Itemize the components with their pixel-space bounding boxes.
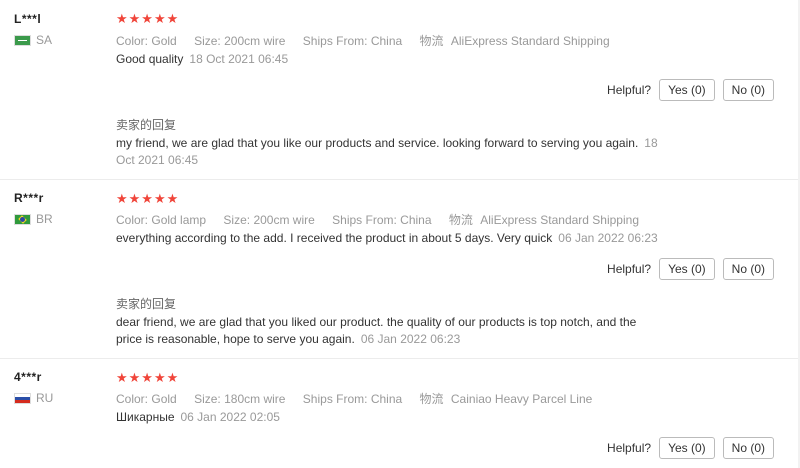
size-label: Size:	[194, 34, 221, 48]
shipping-label: 物流	[419, 34, 444, 48]
review-body: Good quality	[116, 52, 184, 66]
ships-from-label: Ships From:	[332, 213, 397, 227]
color-value: Gold	[151, 392, 177, 406]
color-value: Gold	[151, 34, 177, 48]
ships-from-label: Ships From:	[302, 392, 368, 406]
reviewer-country: BR	[14, 212, 53, 226]
product-options: Color: Gold Size: 180cm wire Ships From:…	[116, 390, 606, 407]
ships-from-value: China	[400, 213, 432, 227]
helpful-controls: Helpful? Yes (0) No (0)	[607, 258, 774, 280]
color-label: Color:	[116, 392, 149, 406]
reviewer-name: 4***r	[14, 370, 42, 384]
helpful-yes-button[interactable]: Yes (0)	[659, 437, 715, 459]
country-code: SA	[36, 33, 53, 47]
color-value: Gold lamp	[151, 213, 207, 227]
reviewer-country: SA	[14, 33, 52, 47]
helpful-controls: Helpful? Yes (0) No (0)	[607, 437, 774, 459]
helpful-no-button[interactable]: No (0)	[722, 437, 774, 459]
star-rating: ★★★★★	[116, 191, 180, 206]
country-code: BR	[36, 212, 53, 226]
review-date: 06 Jan 2022 06:23	[558, 231, 658, 245]
helpful-yes-button[interactable]: Yes (0)	[659, 79, 715, 101]
review-text: Good quality 18 Oct 2021 06:45	[116, 50, 676, 68]
helpful-label: Helpful?	[607, 441, 652, 455]
seller-reply-title: 卖家的回复	[116, 118, 177, 132]
size-label: Size:	[194, 392, 221, 406]
reviewer-name: L***l	[14, 12, 42, 26]
helpful-no-button[interactable]: No (0)	[722, 258, 774, 280]
review-text: everything according to the add. I recei…	[116, 229, 756, 247]
color-label: Color:	[116, 34, 149, 48]
shipping-label: 物流	[448, 213, 473, 227]
reviewer-country: RU	[14, 391, 53, 405]
seller-reply-title: 卖家的回复	[116, 297, 177, 311]
reviewer-name: R***r	[14, 191, 44, 205]
helpful-label: Helpful?	[607, 262, 652, 276]
review-divider	[0, 179, 800, 180]
shipping-value: Cainiao Heavy Parcel Line	[450, 392, 593, 406]
product-options: Color: Gold lamp Size: 200cm wire Ships …	[116, 211, 653, 228]
size-value: 200cm wire	[224, 34, 286, 48]
helpful-no-button[interactable]: No (0)	[722, 79, 774, 101]
size-value: 180cm wire	[224, 392, 286, 406]
review-date: 18 Oct 2021 06:45	[189, 52, 289, 66]
review-body: everything according to the add. I recei…	[116, 231, 553, 245]
shipping-value: AliExpress Standard Shipping	[480, 213, 639, 227]
flag-br-icon	[14, 213, 31, 225]
helpful-label: Helpful?	[607, 83, 652, 97]
review-text: Шикарные 06 Jan 2022 02:05	[116, 408, 676, 426]
ships-from-value: China	[370, 34, 403, 48]
size-label: Size:	[223, 213, 251, 227]
product-options: Color: Gold Size: 200cm wire Ships From:…	[116, 32, 624, 49]
star-rating: ★★★★★	[116, 11, 180, 26]
review-divider	[0, 358, 800, 359]
seller-reply-date: 06 Jan 2022 06:23	[360, 332, 461, 346]
helpful-controls: Helpful? Yes (0) No (0)	[607, 79, 774, 101]
ships-from-value: China	[370, 392, 403, 406]
flag-ru-icon	[14, 392, 31, 404]
color-label: Color:	[116, 213, 149, 227]
shipping-value: AliExpress Standard Shipping	[450, 34, 610, 48]
ships-from-label: Ships From:	[302, 34, 368, 48]
seller-reply: dear friend, we are glad that you liked …	[116, 314, 656, 348]
shipping-label: 物流	[419, 392, 444, 406]
size-value: 200cm wire	[253, 213, 315, 227]
seller-reply: my friend, we are glad that you like our…	[116, 135, 676, 169]
country-code: RU	[36, 391, 54, 405]
star-rating: ★★★★★	[116, 370, 180, 385]
flag-sa-icon	[14, 34, 31, 46]
seller-reply-text: my friend, we are glad that you like our…	[116, 136, 639, 150]
review-body: Шикарные	[116, 410, 175, 424]
helpful-yes-button[interactable]: Yes (0)	[659, 258, 715, 280]
review-date: 06 Jan 2022 02:05	[180, 410, 280, 424]
